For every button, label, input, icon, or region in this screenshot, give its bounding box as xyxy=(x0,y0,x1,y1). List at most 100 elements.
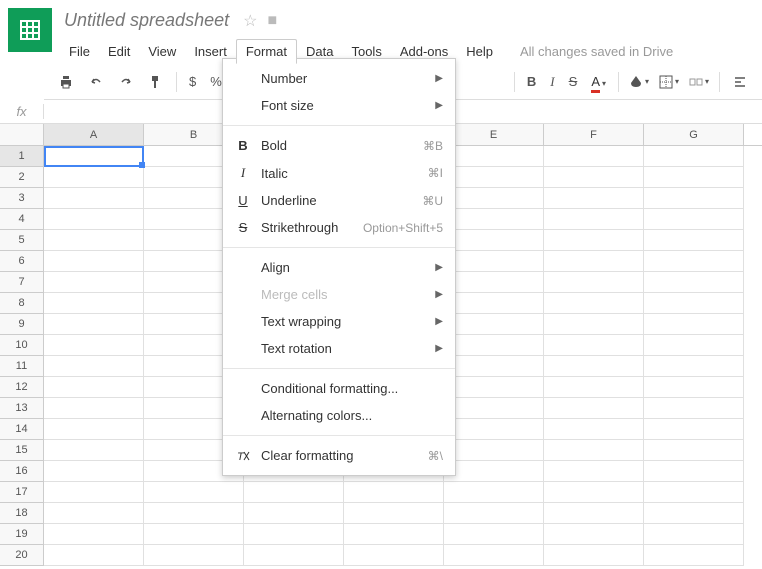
cell-E9[interactable] xyxy=(444,314,544,335)
select-all-corner[interactable] xyxy=(0,124,44,145)
cell-A10[interactable] xyxy=(44,335,144,356)
row-header-15[interactable]: 15 xyxy=(0,440,44,461)
menu-item-align[interactable]: Align▶ xyxy=(223,254,455,281)
cell-C17[interactable] xyxy=(244,482,344,503)
cell-A19[interactable] xyxy=(44,524,144,545)
row-header-7[interactable]: 7 xyxy=(0,272,44,293)
cell-F8[interactable] xyxy=(544,293,644,314)
cell-G16[interactable] xyxy=(644,461,744,482)
cell-C18[interactable] xyxy=(244,503,344,524)
strikethrough-button[interactable]: S xyxy=(563,74,584,89)
row-header-1[interactable]: 1 xyxy=(0,146,44,167)
redo-button[interactable] xyxy=(112,69,140,95)
cell-C19[interactable] xyxy=(244,524,344,545)
cell-F7[interactable] xyxy=(544,272,644,293)
cell-A9[interactable] xyxy=(44,314,144,335)
cell-G11[interactable] xyxy=(644,356,744,377)
row-header-12[interactable]: 12 xyxy=(0,377,44,398)
cell-F14[interactable] xyxy=(544,419,644,440)
cell-A3[interactable] xyxy=(44,188,144,209)
cell-E2[interactable] xyxy=(444,167,544,188)
cell-A11[interactable] xyxy=(44,356,144,377)
cell-E15[interactable] xyxy=(444,440,544,461)
folder-icon[interactable]: ■ xyxy=(267,12,277,30)
column-header-G[interactable]: G xyxy=(644,124,744,145)
cell-B17[interactable] xyxy=(144,482,244,503)
align-button[interactable] xyxy=(726,69,754,95)
cell-F13[interactable] xyxy=(544,398,644,419)
cell-E10[interactable] xyxy=(444,335,544,356)
cell-A6[interactable] xyxy=(44,251,144,272)
cell-F3[interactable] xyxy=(544,188,644,209)
menu-item-alternating-colors-[interactable]: Alternating colors... xyxy=(223,402,455,429)
cell-F11[interactable] xyxy=(544,356,644,377)
menu-item-bold[interactable]: BBold⌘B xyxy=(223,132,455,159)
cell-A1[interactable] xyxy=(44,146,144,167)
menu-format[interactable]: Format xyxy=(236,39,297,64)
cell-G20[interactable] xyxy=(644,545,744,566)
row-header-4[interactable]: 4 xyxy=(0,209,44,230)
cell-G4[interactable] xyxy=(644,209,744,230)
cell-E13[interactable] xyxy=(444,398,544,419)
merge-button[interactable]: ▾ xyxy=(685,69,713,95)
cell-E6[interactable] xyxy=(444,251,544,272)
row-header-8[interactable]: 8 xyxy=(0,293,44,314)
cell-A2[interactable] xyxy=(44,167,144,188)
row-header-3[interactable]: 3 xyxy=(0,188,44,209)
cell-A14[interactable] xyxy=(44,419,144,440)
cell-A4[interactable] xyxy=(44,209,144,230)
borders-button[interactable]: ▾ xyxy=(655,69,683,95)
cell-F18[interactable] xyxy=(544,503,644,524)
menu-help[interactable]: Help xyxy=(457,40,502,63)
cell-G10[interactable] xyxy=(644,335,744,356)
column-header-A[interactable]: A xyxy=(44,124,144,145)
row-header-17[interactable]: 17 xyxy=(0,482,44,503)
cell-G13[interactable] xyxy=(644,398,744,419)
document-title[interactable]: Untitled spreadsheet xyxy=(60,8,233,33)
cell-G7[interactable] xyxy=(644,272,744,293)
cell-D20[interactable] xyxy=(344,545,444,566)
cell-B20[interactable] xyxy=(144,545,244,566)
cell-E20[interactable] xyxy=(444,545,544,566)
cell-F16[interactable] xyxy=(544,461,644,482)
cell-B18[interactable] xyxy=(144,503,244,524)
row-header-16[interactable]: 16 xyxy=(0,461,44,482)
cell-A5[interactable] xyxy=(44,230,144,251)
cell-F4[interactable] xyxy=(544,209,644,230)
cell-A8[interactable] xyxy=(44,293,144,314)
cell-F12[interactable] xyxy=(544,377,644,398)
print-button[interactable] xyxy=(52,69,80,95)
cell-A7[interactable] xyxy=(44,272,144,293)
undo-button[interactable] xyxy=(82,69,110,95)
cell-F17[interactable] xyxy=(544,482,644,503)
cell-E11[interactable] xyxy=(444,356,544,377)
cell-G19[interactable] xyxy=(644,524,744,545)
cell-F5[interactable] xyxy=(544,230,644,251)
cell-A20[interactable] xyxy=(44,545,144,566)
cell-G8[interactable] xyxy=(644,293,744,314)
cell-F9[interactable] xyxy=(544,314,644,335)
menu-item-clear-formatting[interactable]: TClear formatting⌘\ xyxy=(223,442,455,469)
paint-format-button[interactable] xyxy=(142,69,170,95)
bold-button[interactable]: B xyxy=(521,74,542,89)
row-header-19[interactable]: 19 xyxy=(0,524,44,545)
menu-file[interactable]: File xyxy=(60,40,99,63)
cell-B19[interactable] xyxy=(144,524,244,545)
menu-view[interactable]: View xyxy=(139,40,185,63)
row-header-18[interactable]: 18 xyxy=(0,503,44,524)
cell-E14[interactable] xyxy=(444,419,544,440)
column-header-E[interactable]: E xyxy=(444,124,544,145)
menu-item-italic[interactable]: IItalic⌘I xyxy=(223,159,455,187)
row-header-6[interactable]: 6 xyxy=(0,251,44,272)
cell-E8[interactable] xyxy=(444,293,544,314)
cell-E16[interactable] xyxy=(444,461,544,482)
cell-E3[interactable] xyxy=(444,188,544,209)
star-icon[interactable]: ☆ xyxy=(243,11,257,31)
cell-F2[interactable] xyxy=(544,167,644,188)
menu-item-font-size[interactable]: Font size▶ xyxy=(223,92,455,119)
cell-A13[interactable] xyxy=(44,398,144,419)
cell-A16[interactable] xyxy=(44,461,144,482)
cell-G17[interactable] xyxy=(644,482,744,503)
cell-A17[interactable] xyxy=(44,482,144,503)
menu-item-number[interactable]: Number▶ xyxy=(223,65,455,92)
